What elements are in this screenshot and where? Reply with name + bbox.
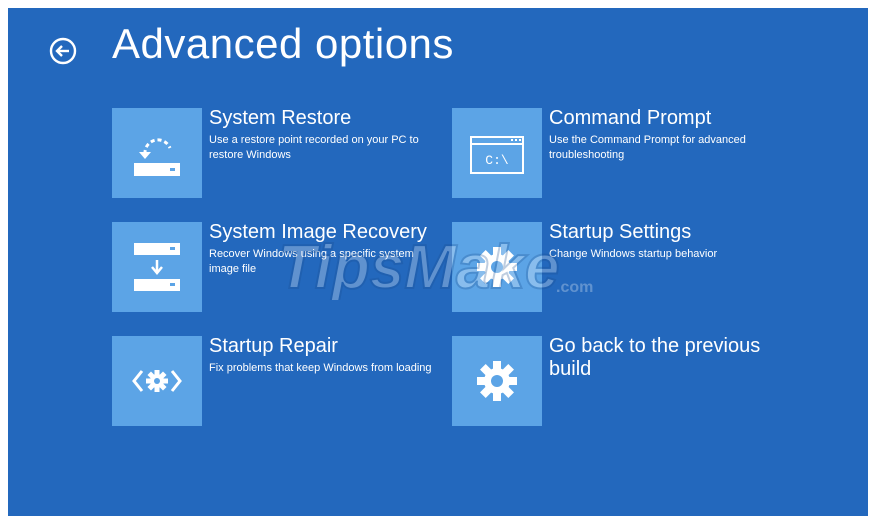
gear-icon [477,247,517,287]
option-text: Command Prompt Use the Command Prompt fo… [549,107,779,163]
option-description: Recover Windows using a specific system … [209,248,414,275]
gear-icon [477,361,517,401]
option-command-prompt[interactable]: C:\ Command Prompt Use the Command Promp… [452,107,782,200]
option-startup-settings[interactable]: Startup Settings Change Windows startup … [452,221,782,314]
option-tile[interactable] [452,336,542,426]
option-tile[interactable] [452,222,542,312]
option-text: Startup Repair Fix problems that keep Wi… [209,335,439,376]
advanced-options-screen: Advanced options System Restore Use a re… [8,8,868,516]
option-startup-repair[interactable]: Startup Repair Fix problems that keep Wi… [112,335,442,428]
startup-repair-icon [132,370,182,392]
option-title: Startup Settings [549,221,692,243]
command-prompt-icon-text: C:\ [485,153,509,168]
option-text: System Restore Use a restore point recor… [209,107,439,163]
option-title: Go back to the previous build [549,335,761,380]
back-button[interactable] [48,36,78,66]
option-tile[interactable]: C:\ [452,108,542,198]
system-restore-icon [134,138,180,176]
option-text: Go back to the previous build [549,335,779,381]
back-arrow-circle-icon [49,37,77,65]
option-title: Command Prompt [549,107,712,129]
option-system-image-recovery[interactable]: System Image Recovery Recover Windows us… [112,221,442,314]
option-system-restore[interactable]: System Restore Use a restore point recor… [112,107,442,200]
option-tile[interactable] [112,222,202,312]
system-image-recovery-icon [134,243,180,291]
option-description: Use a restore point recorded on your PC … [209,134,419,161]
option-description: Change Windows startup behavior [549,248,718,260]
option-text: System Image Recovery Recover Windows us… [209,221,439,277]
option-title: System Restore [209,107,352,129]
option-title: System Image Recovery [209,221,427,243]
option-tile[interactable] [112,336,202,426]
option-description: Fix problems that keep Windows from load… [209,362,432,374]
option-go-back-previous-build[interactable]: Go back to the previous build [452,335,782,428]
option-title: Startup Repair [209,335,338,357]
option-tile[interactable] [112,108,202,198]
option-text: Startup Settings Change Windows startup … [549,221,779,262]
page-title: Advanced options [112,20,454,67]
option-description: Use the Command Prompt for advanced trou… [549,134,746,161]
command-prompt-icon: C:\ [470,136,524,174]
